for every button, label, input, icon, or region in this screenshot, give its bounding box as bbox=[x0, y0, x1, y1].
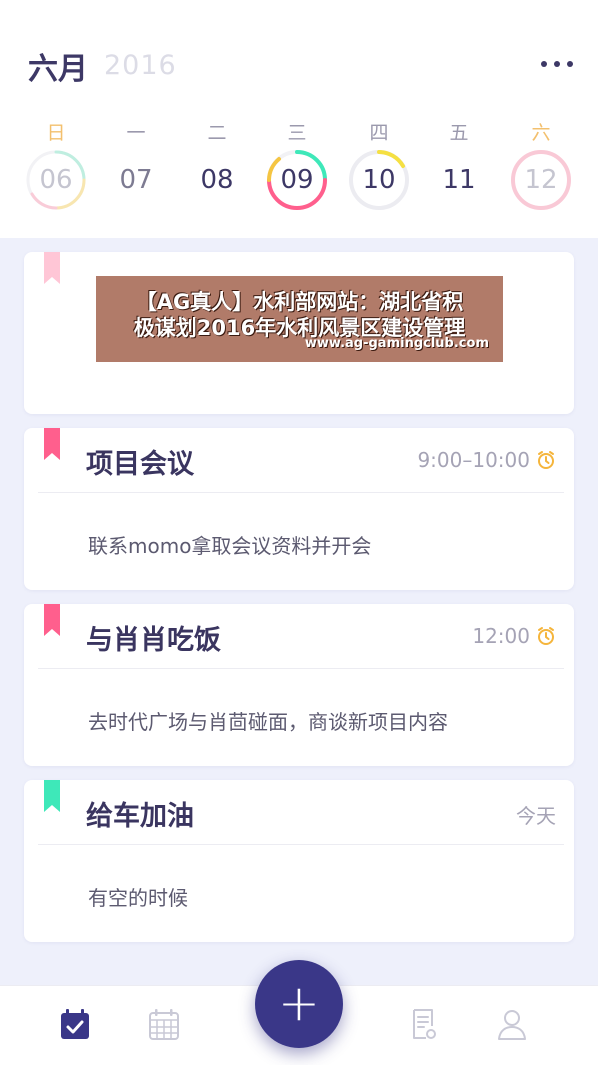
day-number: 07 bbox=[119, 165, 153, 195]
task-time-text: 今天 bbox=[516, 804, 556, 828]
weekday-label: 三 bbox=[287, 122, 307, 144]
day-cell[interactable]: 12 bbox=[509, 148, 573, 212]
task-time: 9:00–10:00 bbox=[417, 448, 556, 472]
weekday-label: 日 bbox=[46, 122, 66, 144]
alarm-clock-icon bbox=[538, 627, 554, 645]
card-divider bbox=[38, 668, 564, 669]
ad-url: www.ag-gamingclub.com bbox=[304, 336, 489, 351]
task-card[interactable]: 给车加油 今天 有空的时候 bbox=[24, 780, 574, 942]
weekday-label: 六 bbox=[531, 122, 551, 144]
month-label[interactable]: 六月 bbox=[28, 44, 88, 88]
day-number: 12 bbox=[524, 165, 558, 195]
alarm-clock-icon bbox=[538, 451, 554, 469]
card-divider bbox=[38, 844, 564, 845]
task-time-text: 12:00 bbox=[472, 624, 530, 648]
day-number: 10 bbox=[362, 165, 396, 195]
user-icon[interactable] bbox=[494, 1006, 530, 1042]
day-row: 06 07 08 09 10 11 12 bbox=[0, 148, 598, 214]
task-title: 与肖肖吃饭 bbox=[86, 625, 221, 656]
weekday-label: 二 bbox=[207, 122, 227, 144]
day-cell[interactable]: 08 bbox=[185, 148, 249, 212]
calendar-header: 六月 2016 日 一 二 三 四 五 六 06 07 08 09 10 11 … bbox=[0, 0, 598, 238]
task-title: 项目会议 bbox=[86, 449, 194, 480]
calendar-grid-icon[interactable] bbox=[146, 1006, 182, 1042]
weekday-label: 五 bbox=[449, 122, 469, 144]
bookmark-icon bbox=[44, 252, 60, 284]
task-description: 有空的时候 bbox=[88, 886, 188, 910]
bookmark-icon bbox=[44, 428, 60, 460]
day-number: 06 bbox=[39, 165, 73, 195]
ad-banner-overlay[interactable]: 【AG真人】水利部网站：湖北省积 极谋划2016年水利风景区建设管理 www.a… bbox=[96, 276, 503, 362]
day-number: 11 bbox=[442, 165, 476, 195]
task-description: 去时代广场与肖茴碰面，商谈新项目内容 bbox=[88, 710, 448, 734]
task-card[interactable]: 项目会议 9:00–10:00 联系momo拿取会议资料并开会 bbox=[24, 428, 574, 590]
calendar-check-icon[interactable] bbox=[57, 1006, 93, 1042]
bookmark-icon bbox=[44, 604, 60, 636]
day-cell[interactable]: 07 bbox=[104, 148, 168, 212]
task-time-text: 9:00–10:00 bbox=[417, 448, 530, 472]
note-icon[interactable] bbox=[406, 1006, 442, 1042]
task-time: 今天 bbox=[516, 800, 556, 829]
day-cell[interactable]: 06 bbox=[24, 148, 88, 212]
task-title: 给车加油 bbox=[86, 801, 194, 832]
task-time: 12:00 bbox=[472, 624, 556, 648]
year-label: 2016 bbox=[104, 50, 177, 81]
more-icon[interactable] bbox=[541, 52, 573, 76]
day-number: 09 bbox=[280, 165, 314, 195]
day-number: 08 bbox=[200, 165, 234, 195]
weekday-row: 日 一 二 三 四 五 六 bbox=[0, 118, 598, 144]
day-cell[interactable]: 09 bbox=[265, 148, 329, 212]
day-cell[interactable]: 11 bbox=[427, 148, 491, 212]
card-divider bbox=[38, 492, 564, 493]
weekday-label: 一 bbox=[126, 122, 146, 144]
day-cell[interactable]: 10 bbox=[347, 148, 411, 212]
bookmark-icon bbox=[44, 780, 60, 812]
add-task-button[interactable]: + bbox=[255, 960, 343, 1048]
add-icon: + bbox=[278, 974, 320, 1032]
task-description: 联系momo拿取会议资料并开会 bbox=[88, 534, 372, 558]
weekday-label: 四 bbox=[369, 122, 389, 144]
task-card[interactable]: 与肖肖吃饭 12:00 去时代广场与肖茴碰面，商谈新项目内容 bbox=[24, 604, 574, 766]
